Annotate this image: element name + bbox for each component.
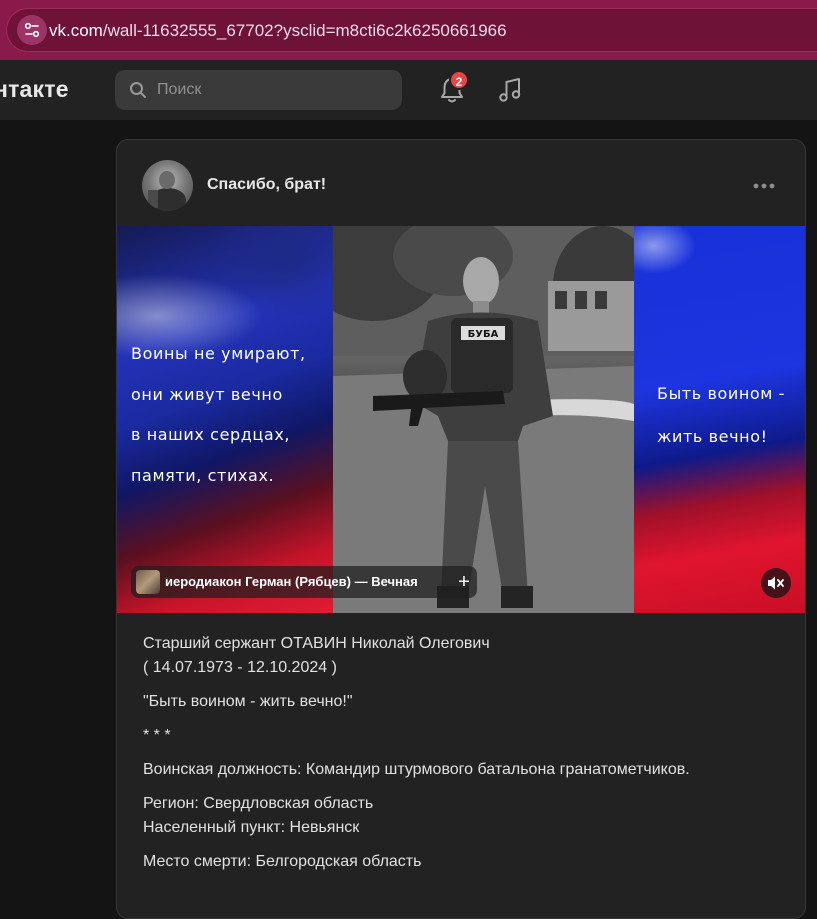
soldier-photo: БУБА <box>333 226 634 613</box>
image-caption-line: Быть воином - <box>657 384 786 403</box>
mute-button[interactable] <box>761 568 791 598</box>
audio-cover-thumbnail <box>136 570 160 594</box>
vk-header: нтакте 2 <box>0 60 817 120</box>
post-title[interactable]: Спасибо, брат! <box>207 176 326 194</box>
soldier-name: Старший сержант ОТАВИН Николай Олегович <box>143 635 490 652</box>
image-caption-line: Воины не умирают, <box>131 344 306 363</box>
notification-badge: 2 <box>449 70 469 90</box>
image-caption-line: жить вечно! <box>657 427 768 446</box>
url-path: /wall-11632555_67702?ysclid=m8cti6c2k625… <box>102 21 507 40</box>
post-media[interactable]: БУБА Воины не умирают, они живут вечно в… <box>117 226 805 613</box>
post-locality: Населенный пункт: Невьянск <box>143 819 360 836</box>
add-audio-button[interactable]: + <box>453 570 475 594</box>
url-host: vk.com <box>49 21 103 40</box>
image-caption-line: в наших сердцах, <box>131 425 291 444</box>
search-icon <box>130 82 146 98</box>
site-settings-icon[interactable] <box>17 15 47 45</box>
audio-track-pill[interactable]: иеродиакон Герман (Рябцев) — Вечная + <box>131 566 477 598</box>
community-avatar[interactable] <box>142 160 193 211</box>
post-body: Старший сержант ОТАВИН Николай Олегович … <box>143 632 783 884</box>
life-dates: ( 14.07.1973 - 12.10.2024 ) <box>143 659 337 676</box>
vk-logo[interactable]: нтакте <box>0 76 69 103</box>
search-box[interactable] <box>115 70 402 110</box>
url-text[interactable]: vk.com/wall-11632555_67702?ysclid=m8cti6… <box>49 21 507 41</box>
vest-badge: БУБА <box>468 329 499 340</box>
image-caption-line: памяти, стихах. <box>131 465 275 485</box>
post-paragraph-location: Регион: Свердловская область Населенный … <box>143 792 783 840</box>
post-card: Спасибо, брат! БУБА Воины не умирают, он… <box>116 139 806 919</box>
image-caption-line: они живут вечно <box>131 384 283 404</box>
audio-track-title[interactable]: иеродиакон Герман (Рябцев) — Вечная <box>165 574 441 589</box>
speaker-muted-icon <box>768 576 784 590</box>
address-field[interactable]: vk.com/wall-11632555_67702?ysclid=m8cti6… <box>6 8 817 52</box>
post-paragraph-name: Старший сержант ОТАВИН Николай Олегович … <box>143 632 783 680</box>
post-separator: * * * <box>143 727 171 744</box>
search-input[interactable] <box>157 70 387 110</box>
image-caption-left: Воины не умирают, они живут вечно в наши… <box>131 334 331 496</box>
more-options-icon[interactable] <box>749 176 779 196</box>
music-icon[interactable] <box>494 73 528 107</box>
post-death-place: Место смерти: Белгородская область <box>143 853 422 870</box>
post-position: Воинская должность: Командир штурмового … <box>143 761 690 778</box>
browser-address-bar: vk.com/wall-11632555_67702?ysclid=m8cti6… <box>0 0 817 60</box>
post-quote: "Быть воином - жить вечно!" <box>143 693 353 710</box>
image-caption-right: Быть воином - жить вечно! <box>657 372 805 458</box>
post-region: Регион: Свердловская область <box>143 795 374 812</box>
